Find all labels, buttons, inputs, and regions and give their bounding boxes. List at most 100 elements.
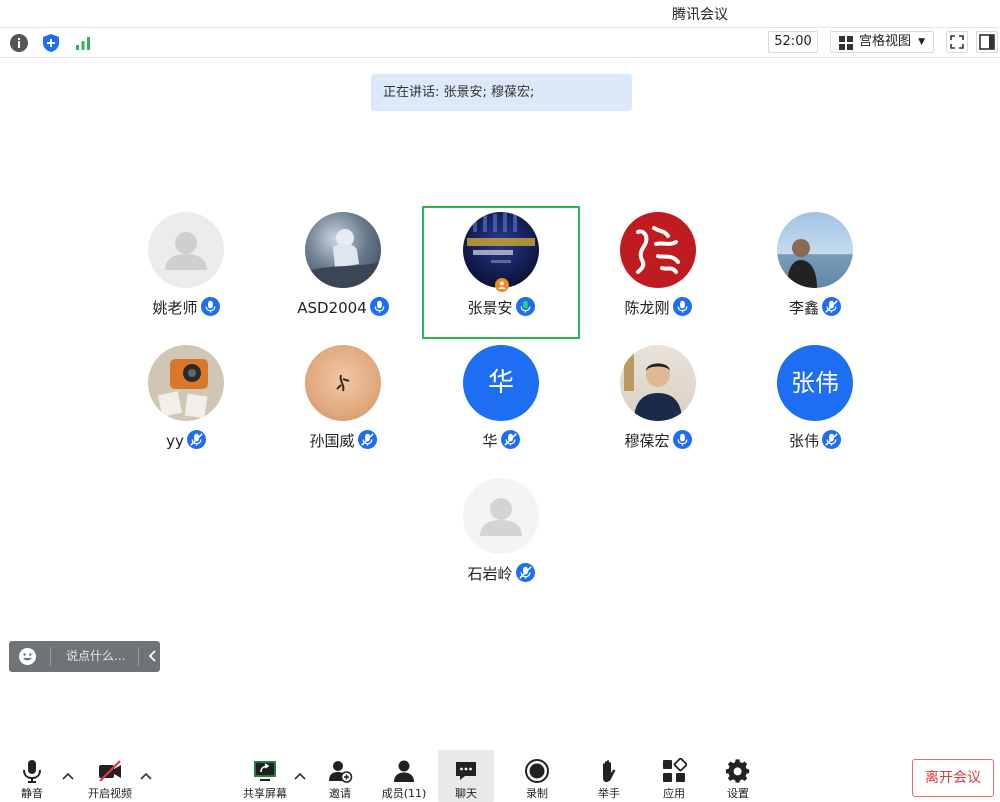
members-label: 成员(11) [381, 787, 427, 800]
sidebar-icon [979, 34, 995, 50]
microphone-icon [23, 760, 41, 783]
participant-tile[interactable]: 孙国威 [266, 339, 420, 467]
emoji-icon[interactable] [18, 647, 37, 666]
host-badge-icon [495, 278, 509, 292]
participant-name: 穆葆宏 [624, 432, 670, 450]
mic-muted-icon[interactable] [500, 430, 520, 449]
view-mode-dropdown[interactable]: 宫格视图 ▼ [830, 31, 934, 53]
title-bar: 腾讯会议 [0, 0, 1000, 28]
fullscreen-icon [950, 35, 964, 49]
avatar [463, 478, 539, 554]
participant-name: ASD2004 [297, 299, 367, 317]
signal-icon[interactable] [73, 33, 93, 53]
raise-hand-icon [603, 760, 616, 782]
top-toolbar: 52:00 宫格视图 ▼ [0, 28, 1000, 58]
info-icon[interactable] [9, 33, 29, 53]
camera-photo-icon [157, 359, 208, 419]
invite-button[interactable]: 邀请 [320, 750, 360, 802]
mic-muted-icon[interactable] [515, 563, 535, 582]
participant-name: 孙国威 [309, 432, 355, 450]
apps-icon [663, 758, 687, 782]
video-off-icon [99, 760, 121, 782]
calligraphy-photo-icon [636, 226, 680, 274]
mic-on-icon[interactable] [672, 430, 692, 449]
chevron-up-icon[interactable] [62, 772, 74, 780]
chat-label: 聊天 [455, 787, 477, 800]
participant-tile[interactable]: ASD2004 [266, 206, 420, 334]
avatar [148, 212, 224, 288]
chat-input-bar[interactable]: 说点什么... [9, 641, 160, 672]
mic-on-icon[interactable] [672, 297, 692, 316]
participant-tile[interactable]: 陈龙刚 [581, 206, 735, 334]
default-avatar-icon [480, 498, 522, 536]
video-label: 开启视频 [88, 787, 132, 800]
avatar [620, 345, 696, 421]
participant-name: 张伟 [788, 432, 819, 450]
participant-name: 张景安 [467, 299, 513, 317]
chat-placeholder[interactable]: 说点什么... [66, 641, 125, 672]
mic-muted-icon[interactable] [822, 430, 841, 449]
seaside-photo-icon [787, 239, 817, 288]
sand-photo-icon [336, 374, 350, 392]
mic-muted-icon[interactable] [822, 297, 841, 316]
text-avatar: 张伟 [777, 345, 853, 421]
avatar [620, 212, 696, 288]
chevron-left-icon[interactable] [146, 649, 160, 663]
share-screen-button[interactable]: 共享屏幕 [236, 750, 294, 802]
caret-down-icon: ▼ [918, 37, 925, 47]
avatar [305, 345, 381, 421]
avatar [305, 212, 381, 288]
sidebar-toggle-button[interactable] [976, 31, 998, 53]
mute-button[interactable]: 静音 [12, 750, 52, 802]
shield-icon[interactable] [41, 33, 61, 53]
add-user-icon [329, 761, 353, 783]
divider [138, 647, 139, 666]
chevron-up-icon[interactable] [294, 772, 306, 780]
bottom-toolbar: 静音 开启视频 共享屏幕 邀请 成员(11) 聊天 录制 举手 应用 设置 离开… [0, 750, 1000, 802]
mic-on-icon[interactable] [369, 297, 389, 316]
leave-meeting-button[interactable]: 离开会议 [912, 759, 994, 797]
window-title: 腾讯会议 [672, 7, 728, 23]
chat-button[interactable]: 聊天 [438, 750, 494, 802]
raise-hand-label: 举手 [598, 787, 620, 800]
avatar [463, 212, 539, 288]
grid-icon [839, 36, 853, 50]
raise-hand-button[interactable]: 举手 [588, 750, 630, 802]
participant-tile[interactable]: 李鑫 [738, 206, 892, 334]
astronaut-photo-icon [305, 229, 381, 288]
participant-tile[interactable]: 石岩岭 [424, 472, 578, 600]
participant-name: 李鑫 [788, 299, 819, 317]
participant-tile[interactable]: 华 华 [424, 339, 578, 467]
mic-speaking-icon[interactable] [515, 297, 535, 316]
fullscreen-button[interactable] [946, 31, 968, 53]
video-button[interactable]: 开启视频 [80, 750, 140, 802]
participant-name: 石岩岭 [467, 565, 513, 583]
members-button[interactable]: 成员(11) [376, 750, 432, 802]
record-label: 录制 [526, 787, 548, 800]
mic-on-icon[interactable] [200, 297, 220, 316]
record-button[interactable]: 录制 [516, 750, 558, 802]
participant-tile[interactable]: 穆葆宏 [581, 339, 735, 467]
mic-muted-icon[interactable] [357, 430, 377, 449]
speaking-banner: 正在讲话: 张景安; 穆葆宏; [371, 74, 632, 111]
share-screen-label: 共享屏幕 [243, 787, 287, 800]
chevron-up-icon[interactable] [140, 772, 152, 780]
apps-label: 应用 [663, 787, 685, 800]
participant-tile-active[interactable]: 张景安 [422, 206, 580, 339]
default-avatar-icon [165, 232, 207, 270]
participant-tile[interactable]: yy [109, 339, 263, 467]
participant-tile[interactable]: 张伟 张伟 [738, 339, 892, 467]
participant-name: 姚老师 [152, 299, 198, 317]
record-icon [525, 759, 549, 783]
invite-label: 邀请 [329, 787, 351, 800]
screen-photo-icon [467, 212, 535, 263]
mute-label: 静音 [21, 787, 43, 800]
mic-muted-icon[interactable] [186, 430, 206, 449]
apps-button[interactable]: 应用 [654, 750, 694, 802]
avatar [148, 345, 224, 421]
participant-tile[interactable]: 姚老师 [109, 206, 263, 334]
text-avatar: 华 [463, 345, 539, 421]
avatar [777, 212, 853, 288]
settings-button[interactable]: 设置 [718, 750, 758, 802]
portrait-photo-icon [624, 351, 682, 421]
